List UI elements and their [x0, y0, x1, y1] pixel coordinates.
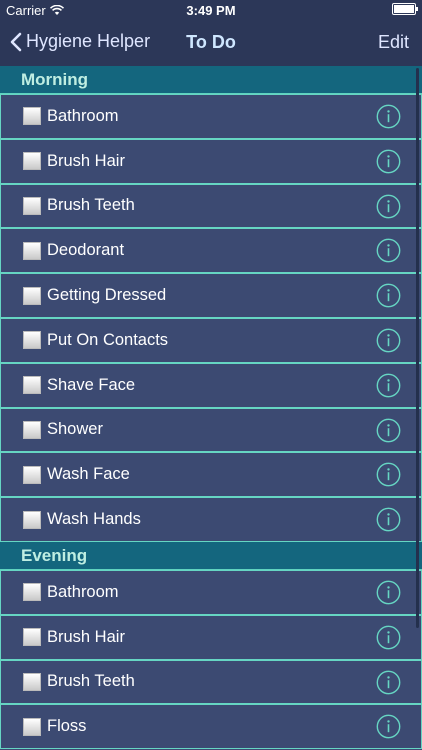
battery-icon: [392, 3, 418, 15]
list-item[interactable]: Wash Hands: [0, 497, 422, 542]
info-circle-icon[interactable]: [376, 283, 401, 308]
status-time: 3:49 PM: [186, 3, 236, 18]
item-label: Shower: [47, 420, 103, 439]
checkbox[interactable]: [23, 286, 41, 305]
item-label: Wash Hands: [47, 510, 141, 529]
navigation-bar: Hygiene Helper To Do Edit: [0, 20, 422, 66]
list-item[interactable]: Brush Hair: [0, 614, 422, 660]
list-item[interactable]: Shave Face: [0, 362, 422, 408]
item-label: Deodorant: [47, 241, 125, 260]
section-header-morning: Morning: [0, 66, 422, 94]
item-label: Wash Face: [47, 465, 130, 484]
todo-list[interactable]: Morning Bathroom Brush Hair Brush Teeth …: [0, 66, 422, 750]
checkbox[interactable]: [23, 583, 41, 602]
list-item[interactable]: Shower: [0, 407, 422, 453]
checkbox[interactable]: [23, 628, 41, 647]
checkbox[interactable]: [23, 717, 41, 736]
item-label: Shave Face: [47, 375, 136, 394]
list-item[interactable]: Bathroom: [0, 569, 422, 615]
info-circle-icon[interactable]: [376, 418, 401, 443]
info-circle-icon[interactable]: [376, 328, 401, 353]
info-circle-icon[interactable]: [376, 104, 401, 129]
item-label: Put On Contacts: [47, 330, 169, 349]
item-label: Brush Hair: [47, 627, 125, 646]
info-circle-icon[interactable]: [376, 462, 401, 487]
checkbox[interactable]: [23, 420, 41, 439]
item-label: Floss: [47, 717, 87, 736]
info-circle-icon[interactable]: [376, 625, 401, 650]
item-label: Brush Teeth: [47, 672, 135, 691]
info-circle-icon[interactable]: [376, 670, 401, 695]
checkbox[interactable]: [23, 376, 41, 395]
item-label: Brush Hair: [47, 151, 125, 170]
item-label: Bathroom: [47, 106, 119, 125]
checkbox[interactable]: [23, 465, 41, 484]
list-item[interactable]: Deodorant: [0, 228, 422, 274]
status-bar: Carrier 3:49 PM: [0, 0, 422, 20]
checkbox[interactable]: [23, 241, 41, 260]
checkbox[interactable]: [23, 510, 41, 529]
back-button[interactable]: Hygiene Helper: [10, 31, 150, 52]
checkbox[interactable]: [23, 152, 41, 171]
battery-area: [392, 3, 418, 15]
info-circle-icon[interactable]: [376, 507, 401, 532]
item-label: Bathroom: [47, 582, 119, 601]
section-header-evening: Evening: [0, 541, 422, 570]
info-circle-icon[interactable]: [376, 714, 401, 739]
back-button-label: Hygiene Helper: [26, 31, 151, 51]
list-item[interactable]: Bathroom: [0, 94, 422, 139]
checkbox[interactable]: [23, 196, 41, 215]
scroll-indicator[interactable]: [416, 68, 419, 628]
item-label: Getting Dressed: [47, 286, 167, 305]
info-circle-icon[interactable]: [376, 149, 401, 174]
checkbox[interactable]: [23, 331, 41, 350]
list-item[interactable]: Brush Teeth: [0, 659, 422, 705]
checkbox[interactable]: [23, 672, 41, 691]
info-circle-icon[interactable]: [376, 194, 401, 219]
list-item[interactable]: Brush Hair: [0, 138, 422, 184]
list-item[interactable]: Wash Face: [0, 452, 422, 498]
item-label: Brush Teeth: [47, 196, 135, 215]
info-circle-icon[interactable]: [376, 580, 401, 605]
checkbox[interactable]: [23, 107, 41, 126]
list-item[interactable]: Put On Contacts: [0, 317, 422, 363]
list-item[interactable]: Floss: [0, 704, 422, 750]
edit-button[interactable]: Edit: [378, 32, 409, 53]
info-circle-icon[interactable]: [376, 373, 401, 398]
list-item[interactable]: Getting Dressed: [0, 273, 422, 318]
chevron-left-icon: [10, 32, 22, 51]
list-item[interactable]: Brush Teeth: [0, 183, 422, 229]
info-circle-icon[interactable]: [376, 238, 401, 263]
